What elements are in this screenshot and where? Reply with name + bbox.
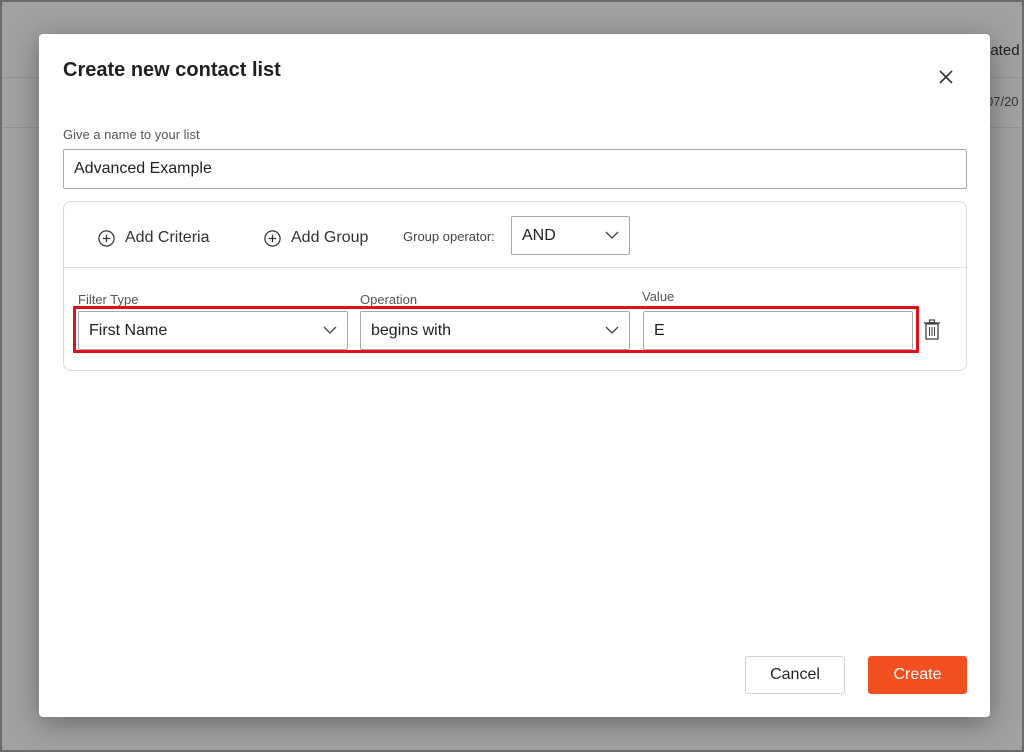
screenshot-frame: dated 07/20 Create new contact list Give… (0, 0, 1024, 752)
chevron-down-icon (605, 231, 619, 239)
add-group-label: Add Group (291, 229, 369, 246)
add-criteria-label: Add Criteria (125, 229, 210, 246)
trash-icon[interactable] (923, 319, 941, 340)
plus-circle-icon (264, 229, 281, 247)
filter-type-label: Filter Type (78, 292, 139, 307)
criteria-divider (64, 267, 966, 268)
operation-value: begins with (371, 321, 452, 339)
cancel-button[interactable]: Cancel (745, 656, 845, 694)
dialog-title: Create new contact list (63, 59, 281, 81)
create-button[interactable]: Create (868, 656, 967, 694)
chevron-down-icon (605, 326, 619, 334)
add-group-button[interactable]: Add Group (263, 226, 368, 250)
value-input[interactable]: E (643, 311, 913, 350)
plus-circle-icon (98, 229, 115, 247)
value-input-text: E (654, 321, 665, 339)
group-operator-label: Group operator: (403, 229, 495, 244)
chevron-down-icon (323, 326, 337, 334)
list-name-label: Give a name to your list (63, 127, 200, 142)
group-operator-select[interactable]: AND (511, 216, 630, 255)
value-label: Value (642, 289, 675, 304)
operation-label: Operation (360, 292, 418, 307)
list-name-input[interactable] (63, 149, 967, 189)
criteria-panel: Add Criteria Add Group Group operator: A… (63, 201, 967, 371)
operation-select[interactable]: begins with (360, 311, 630, 350)
close-icon[interactable] (935, 66, 957, 88)
add-criteria-button[interactable]: Add Criteria (97, 226, 209, 250)
filter-type-value: First Name (89, 321, 168, 339)
group-operator-value: AND (522, 226, 556, 244)
filter-type-select[interactable]: First Name (78, 311, 348, 350)
create-contact-list-dialog: Create new contact list Give a name to y… (39, 34, 990, 717)
